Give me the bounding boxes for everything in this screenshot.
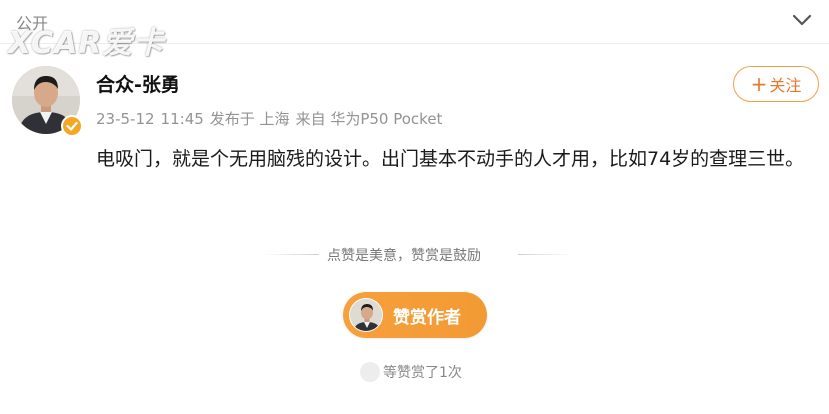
verified-badge	[61, 115, 83, 137]
tip-count[interactable]: 等赞赏了1次	[360, 362, 462, 382]
tip-tagline: 点赞是美意，赞赏是鼓励	[327, 248, 481, 264]
follow-button[interactable]: + 关注	[733, 66, 819, 102]
tip-button-label: 赞赏作者	[393, 307, 461, 328]
watermark-logo: XCAR爱卡	[8, 26, 165, 61]
top-bar: 公开 XCAR爱卡	[0, 0, 829, 61]
divider-left	[264, 254, 319, 255]
post-source: 来自 华为P50 Pocket	[295, 110, 443, 128]
plus-icon: +	[750, 72, 768, 96]
follow-label: 关注	[769, 76, 802, 95]
tip-count-text: 等赞赏了1次	[383, 365, 462, 381]
tip-author-button[interactable]: 赞赏作者	[343, 292, 487, 338]
user-avatar-icon	[360, 362, 380, 382]
post-date: 23-5-12	[96, 110, 155, 128]
author-name[interactable]: 合众-张勇	[96, 70, 180, 97]
post-meta: 23-5-12 11:45 发布于 上海 来自 华为P50 Pocket	[96, 108, 448, 129]
chevron-down-icon[interactable]	[791, 12, 813, 28]
checkmark-icon	[66, 121, 78, 131]
post-location: 发布于 上海	[209, 110, 290, 128]
divider-right	[518, 254, 573, 255]
post-time: 11:45	[160, 110, 204, 128]
tip-button-avatar	[349, 298, 383, 332]
post-content: 电吸门，就是个无用脑残的设计。出门基本不动手的人才用，比如74岁的查理三世。	[96, 148, 805, 170]
avatar-image	[350, 299, 382, 331]
